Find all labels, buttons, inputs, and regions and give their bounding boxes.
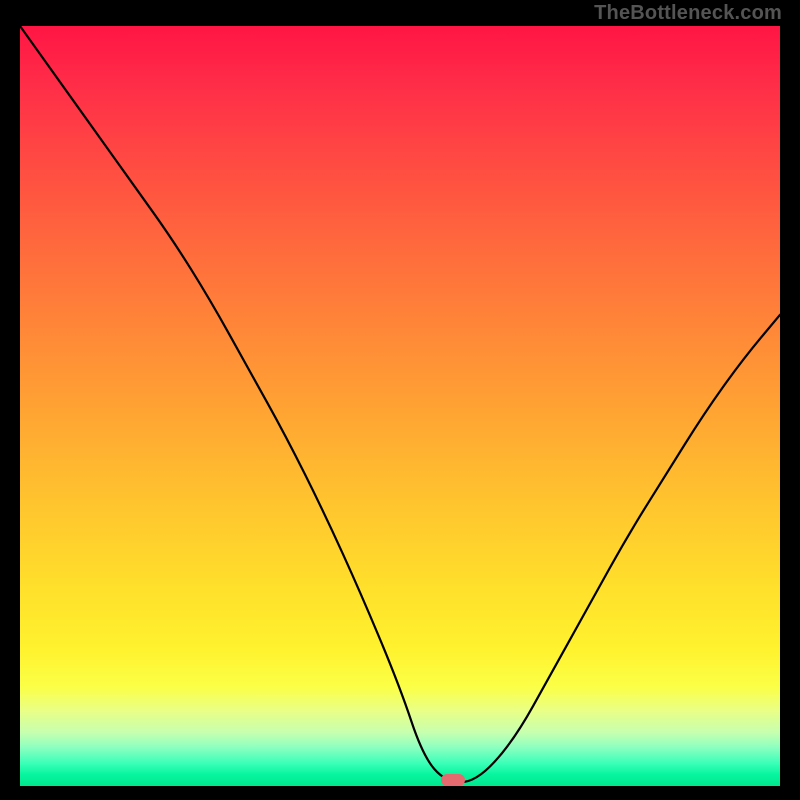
plot-area xyxy=(20,26,780,786)
watermark-text: TheBottleneck.com xyxy=(594,2,782,25)
curve-path xyxy=(20,26,780,782)
bottleneck-curve xyxy=(20,26,780,786)
optimum-marker xyxy=(441,774,465,786)
chart-frame: TheBottleneck.com xyxy=(0,0,800,800)
